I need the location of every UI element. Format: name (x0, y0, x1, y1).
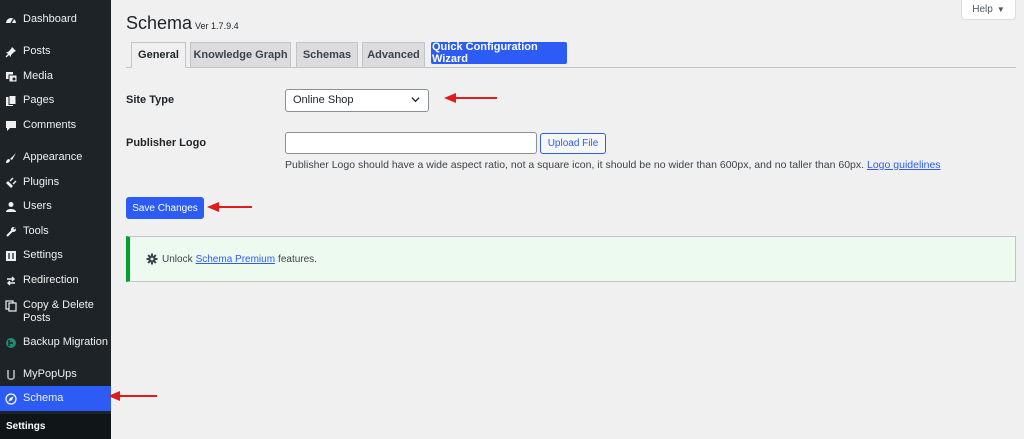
settings-icon (4, 249, 18, 262)
site-type-value: Online Shop (293, 94, 354, 106)
sidebar-item-media[interactable]: Media (0, 70, 111, 83)
sidebar-item-pages[interactable]: Pages (0, 94, 111, 107)
sidebar-item-comments[interactable]: Comments (0, 119, 111, 132)
popup-icon (4, 368, 18, 381)
notice-suffix: features. (278, 253, 317, 265)
sidebar-item-backup-migration[interactable]: Backup Migration (0, 336, 111, 349)
sidebar-item-appearance[interactable]: Appearance (0, 151, 111, 164)
quick-configuration-wizard-button[interactable]: Quick Configuration Wizard (431, 41, 567, 65)
chevron-down-icon (411, 97, 420, 103)
logo-guidelines-link[interactable]: Logo guidelines (867, 159, 941, 171)
sidebar-item-settings[interactable]: Settings (0, 249, 111, 262)
help-label: Help (972, 4, 993, 15)
sidebar-item-mypopups[interactable]: MyPopUps (0, 368, 111, 381)
schema-premium-link[interactable]: Schema Premium (196, 254, 275, 265)
comment-icon (4, 119, 18, 132)
sidebar-item-plugins[interactable]: Plugins (0, 176, 111, 189)
sidebar-item-label: Comments (23, 119, 77, 131)
wrench-icon (4, 225, 18, 238)
pin-icon (4, 45, 18, 58)
dashboard-icon (4, 13, 18, 26)
sidebar-item-tools[interactable]: Tools (0, 225, 111, 238)
logo-help-text: Publisher Logo should have a wide aspect… (285, 159, 865, 171)
sidebar-item-label: Settings (23, 249, 63, 261)
user-icon (4, 200, 18, 213)
version-label: Ver 1.7.9.4 (195, 21, 239, 31)
sidebar-item-label: Users (23, 200, 52, 212)
annotation-arrow-save-changes (207, 202, 252, 212)
media-icon (4, 70, 18, 83)
sidebar-item-label: Appearance (23, 151, 83, 163)
publisher-logo-help: Publisher Logo should have a wide aspect… (285, 159, 941, 171)
help-button[interactable]: Help ▼ (961, 0, 1016, 20)
chevron-down-icon: ▼ (996, 5, 1005, 14)
sidebar-item-dashboard[interactable]: Dashboard (0, 13, 111, 26)
sidebar-item-label: Media (23, 70, 53, 82)
annotation-arrow-site-type (444, 93, 497, 103)
sidebar-submenu-settings[interactable]: Settings (0, 414, 111, 439)
admin-sidebar: Dashboard Posts Media Pages Comments App… (0, 0, 111, 439)
sidebar-item-label: Tools (23, 225, 49, 237)
sidebar-item-copy-delete-posts[interactable]: Copy & Delete Posts (0, 299, 111, 325)
pages-icon (4, 94, 18, 107)
tab-advanced[interactable]: Advanced (362, 42, 425, 68)
brush-icon (4, 151, 18, 164)
sidebar-item-label: MyPopUps (23, 368, 77, 380)
sidebar-item-label: Plugins (23, 176, 60, 188)
page-title-text: Schema (126, 13, 193, 33)
annotation-arrow-schema (108, 391, 157, 401)
sidebar-item-label: Dashboard (23, 13, 77, 25)
sidebar-item-posts[interactable]: Posts (0, 45, 111, 58)
sidebar-item-label: Copy & Delete Posts (23, 299, 94, 324)
sidebar-item-users[interactable]: Users (0, 200, 111, 213)
sidebar-item-redirection[interactable]: Redirection (0, 274, 111, 287)
sidebar-item-label: Posts (23, 45, 51, 57)
sidebar-item-schema[interactable]: Schema (0, 386, 111, 411)
notice-prefix: Unlock (162, 253, 193, 265)
publisher-logo-label: Publisher Logo (126, 137, 207, 149)
page-title: Schema Ver 1.7.9.4 (126, 13, 239, 34)
upload-file-button[interactable]: Upload File (540, 133, 606, 154)
backup-icon (4, 336, 18, 349)
publisher-logo-input[interactable] (285, 132, 537, 154)
premium-notice: Unlock Schema Premium features. (126, 236, 1016, 282)
compass-icon (4, 392, 18, 405)
sidebar-item-label: Backup Migration (23, 336, 108, 348)
sidebar-item-label: Schema (23, 392, 64, 404)
gear-icon (146, 253, 158, 265)
tab-knowledge-graph[interactable]: Knowledge Graph (190, 42, 291, 68)
copy-icon (4, 299, 18, 312)
sidebar-item-label: Redirection (23, 274, 79, 286)
site-type-select[interactable]: Online Shop (285, 89, 429, 112)
tab-general[interactable]: General (131, 42, 186, 68)
sidebar-item-label: Pages (23, 94, 55, 106)
tab-schemas[interactable]: Schemas (296, 42, 358, 68)
save-changes-button[interactable]: Save Changes (126, 197, 204, 219)
redirect-icon (4, 274, 18, 287)
plug-icon (4, 176, 18, 189)
site-type-label: Site Type (126, 94, 175, 106)
